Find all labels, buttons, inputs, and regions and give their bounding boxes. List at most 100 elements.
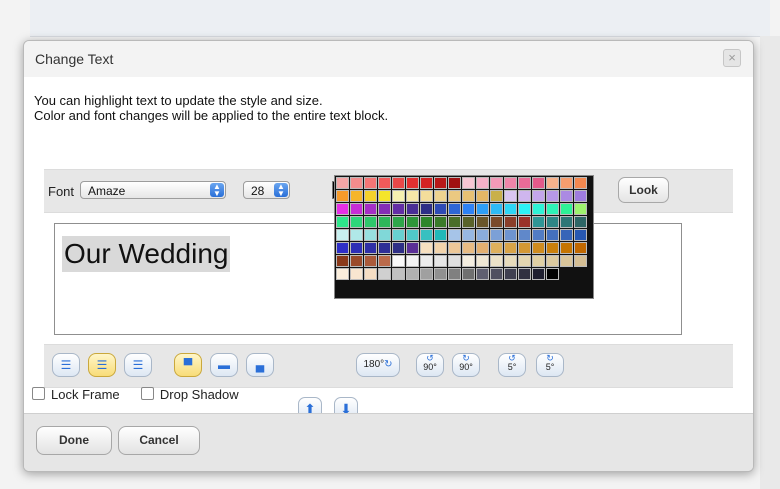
color-swatch[interactable] [336, 190, 349, 202]
color-swatch[interactable] [532, 255, 545, 267]
color-swatch[interactable] [350, 203, 363, 215]
color-swatch[interactable] [462, 216, 475, 228]
color-swatch[interactable] [546, 242, 559, 254]
color-swatch[interactable] [350, 216, 363, 228]
color-swatch[interactable] [434, 190, 447, 202]
color-swatch[interactable] [350, 177, 363, 189]
color-swatch[interactable] [546, 229, 559, 241]
color-swatch[interactable] [574, 203, 587, 215]
color-swatch[interactable] [476, 177, 489, 189]
color-swatch[interactable] [462, 242, 475, 254]
color-swatch[interactable] [532, 177, 545, 189]
color-swatch[interactable] [476, 190, 489, 202]
color-swatch[interactable] [364, 268, 377, 280]
color-swatch[interactable] [392, 242, 405, 254]
color-swatch[interactable] [448, 216, 461, 228]
color-swatch[interactable] [574, 242, 587, 254]
font-size-select[interactable]: 28 ▲ ▼ [243, 181, 290, 199]
color-swatch[interactable] [546, 216, 559, 228]
color-swatch[interactable] [406, 255, 419, 267]
color-swatch[interactable] [518, 203, 531, 215]
font-select[interactable]: Amaze ▲ ▼ [80, 181, 226, 199]
color-swatch[interactable] [546, 177, 559, 189]
rotate-left-5-button[interactable]: ↺ 5° [498, 353, 526, 377]
color-swatch[interactable] [448, 255, 461, 267]
valign-middle-button[interactable]: ▬ [210, 353, 238, 377]
color-swatch[interactable] [420, 229, 433, 241]
color-swatch[interactable] [420, 177, 433, 189]
text-content[interactable]: Our Wedding [62, 236, 231, 272]
color-swatch[interactable] [434, 268, 447, 280]
color-swatch[interactable] [378, 229, 391, 241]
done-button[interactable]: Done [36, 426, 112, 455]
color-swatch[interactable] [434, 177, 447, 189]
align-center-button[interactable]: ☰ [88, 353, 116, 377]
color-swatch[interactable] [574, 229, 587, 241]
color-swatch[interactable] [504, 229, 517, 241]
color-swatch[interactable] [364, 216, 377, 228]
color-swatch[interactable] [560, 190, 573, 202]
color-swatch[interactable] [406, 177, 419, 189]
color-swatch[interactable] [532, 229, 545, 241]
color-swatch[interactable] [462, 255, 475, 267]
color-swatch[interactable] [504, 177, 517, 189]
color-swatch[interactable] [336, 216, 349, 228]
color-swatch[interactable] [518, 255, 531, 267]
color-swatch[interactable] [448, 242, 461, 254]
color-swatch[interactable] [574, 177, 587, 189]
color-swatch[interactable] [476, 216, 489, 228]
color-swatch[interactable] [350, 190, 363, 202]
color-swatch[interactable] [574, 255, 587, 267]
color-swatch[interactable] [364, 203, 377, 215]
color-swatch[interactable] [560, 242, 573, 254]
color-swatch[interactable] [336, 255, 349, 267]
rotate-right-5-button[interactable]: ↻ 5° [536, 353, 564, 377]
valign-bottom-button[interactable]: ▄ [246, 353, 274, 377]
color-swatch[interactable] [462, 190, 475, 202]
color-swatch[interactable] [560, 255, 573, 267]
color-swatch[interactable] [434, 229, 447, 241]
color-swatch[interactable] [448, 190, 461, 202]
color-swatch[interactable] [420, 216, 433, 228]
color-swatch[interactable] [448, 203, 461, 215]
color-swatch[interactable] [378, 177, 391, 189]
color-swatch[interactable] [518, 229, 531, 241]
color-swatch[interactable] [546, 268, 559, 280]
close-icon[interactable]: × [723, 49, 741, 67]
color-swatch[interactable] [364, 255, 377, 267]
cancel-button[interactable]: Cancel [118, 426, 200, 455]
color-swatch[interactable] [378, 242, 391, 254]
color-swatch[interactable] [504, 242, 517, 254]
color-swatch[interactable] [434, 203, 447, 215]
color-swatch[interactable] [392, 268, 405, 280]
color-swatch[interactable] [490, 268, 503, 280]
color-swatch[interactable] [406, 203, 419, 215]
color-swatch[interactable] [364, 242, 377, 254]
color-swatch[interactable] [392, 216, 405, 228]
color-swatch[interactable] [532, 190, 545, 202]
color-swatch[interactable] [406, 229, 419, 241]
color-swatch[interactable] [490, 229, 503, 241]
color-swatch[interactable] [378, 268, 391, 280]
color-swatch[interactable] [518, 242, 531, 254]
color-swatch[interactable] [476, 229, 489, 241]
color-swatch[interactable] [420, 242, 433, 254]
color-swatch[interactable] [490, 242, 503, 254]
color-swatch[interactable] [532, 242, 545, 254]
color-swatch[interactable] [420, 268, 433, 280]
color-swatch[interactable] [490, 177, 503, 189]
color-swatch[interactable] [546, 255, 559, 267]
color-swatch[interactable] [476, 255, 489, 267]
color-swatch[interactable] [378, 216, 391, 228]
color-swatch[interactable] [504, 203, 517, 215]
color-swatch[interactable] [504, 255, 517, 267]
lock-frame-checkbox[interactable] [32, 387, 45, 400]
color-swatch[interactable] [476, 268, 489, 280]
color-swatch[interactable] [462, 177, 475, 189]
color-swatch[interactable] [336, 177, 349, 189]
color-swatch[interactable] [420, 190, 433, 202]
color-swatch[interactable] [560, 203, 573, 215]
color-swatch[interactable] [434, 216, 447, 228]
color-swatch[interactable] [490, 190, 503, 202]
rotate-right-90-button[interactable]: ↻ 90° [452, 353, 480, 377]
